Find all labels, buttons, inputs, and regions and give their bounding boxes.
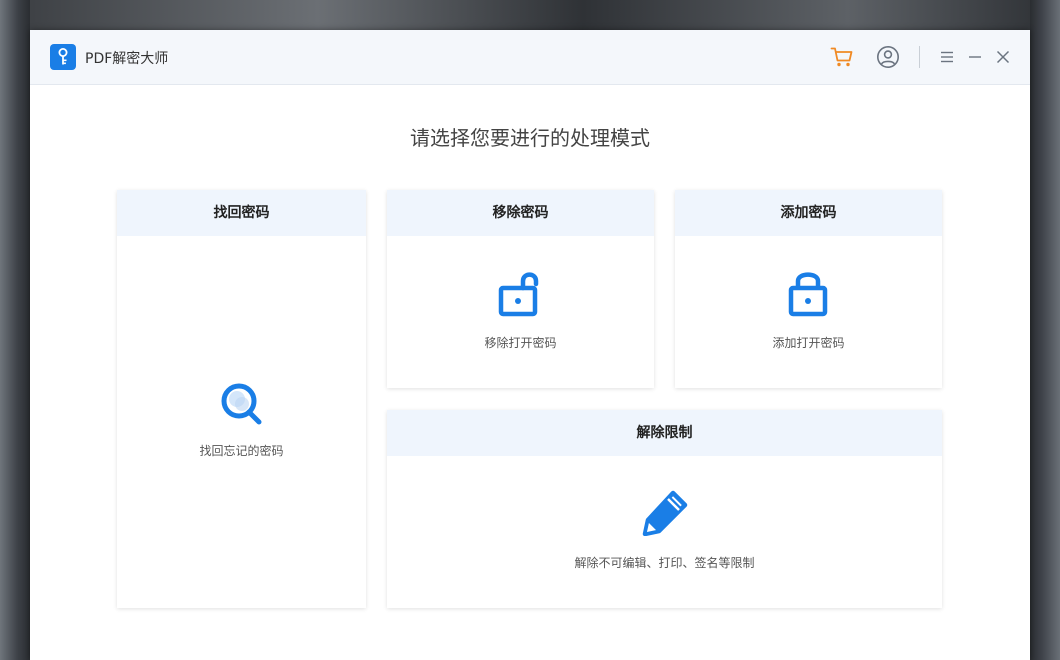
- app-window: PDF解密大师 请选择您要进行的处理模式 找回密码 找回忘记的密码 移除密码 移…: [30, 30, 1030, 660]
- key-logo-icon: [50, 44, 76, 70]
- lock-icon: [788, 269, 828, 321]
- card-description: 找回忘记的密码: [199, 444, 284, 458]
- app-title: PDF解密大师: [85, 51, 169, 67]
- cart-icon[interactable]: [830, 45, 854, 69]
- card-title: 解除限制: [387, 410, 942, 456]
- card-description: 添加打开密码: [772, 336, 845, 350]
- add-password-card[interactable]: 添加密码 添加打开密码: [675, 190, 942, 388]
- minimize-icon[interactable]: [963, 45, 987, 69]
- card-title: 找回密码: [117, 190, 366, 236]
- card-description: 解除不可编辑、打印、签名等限制: [574, 556, 755, 570]
- background-left: [0, 0, 30, 660]
- user-icon[interactable]: [876, 45, 900, 69]
- pencil-icon: [642, 490, 688, 540]
- unlock-icon: [498, 269, 544, 321]
- card-title: 移除密码: [387, 190, 654, 236]
- titlebar-divider: [919, 46, 920, 68]
- card-title: 添加密码: [675, 190, 942, 236]
- card-description: 移除打开密码: [484, 336, 557, 350]
- titlebar: PDF解密大师: [30, 30, 1030, 85]
- remove-password-card[interactable]: 移除密码 移除打开密码: [387, 190, 654, 388]
- menu-icon[interactable]: [935, 45, 959, 69]
- close-icon[interactable]: [991, 45, 1015, 69]
- background-top: [0, 0, 1060, 30]
- page-heading: 请选择您要进行的处理模式: [410, 126, 650, 150]
- background-right: [1030, 0, 1060, 660]
- remove-restrictions-card[interactable]: 解除限制 解除不可编辑、打印、签名等限制: [387, 410, 942, 608]
- search-icon: [220, 382, 264, 430]
- recover-password-card[interactable]: 找回密码 找回忘记的密码: [117, 190, 366, 608]
